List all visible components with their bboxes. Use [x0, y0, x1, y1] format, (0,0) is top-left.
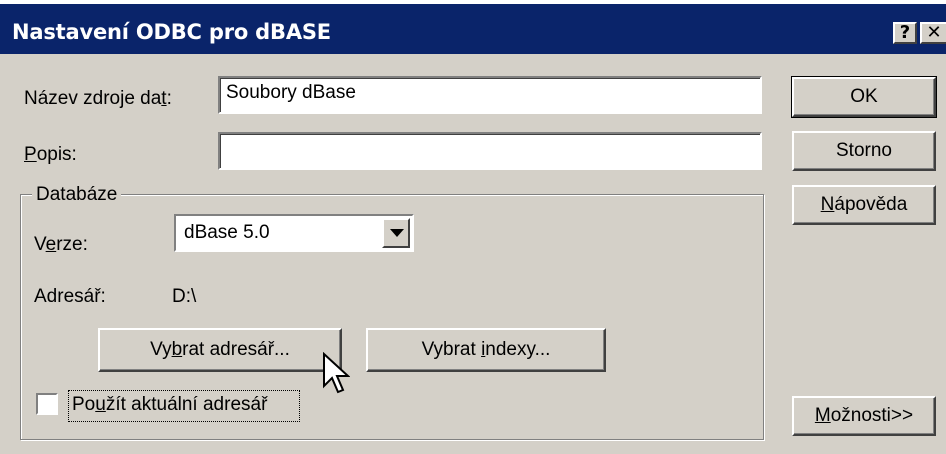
use-current-dir-label[interactable]: Použít aktuální adresář	[72, 394, 267, 416]
select-directory-button[interactable]: Vybrat adresář...	[98, 328, 342, 372]
dropdown-button[interactable]	[382, 218, 410, 248]
data-source-name-label: Název zdroje dat:	[24, 88, 172, 109]
help-button[interactable]: Nápověda	[792, 185, 936, 225]
cancel-button[interactable]: Storno	[792, 131, 936, 171]
close-icon[interactable]: ✕	[920, 22, 946, 44]
version-value: dBase 5.0	[184, 222, 270, 243]
version-label: Verze:	[34, 234, 88, 255]
directory-label: Adresář:	[34, 286, 106, 307]
use-current-dir-checkbox[interactable]	[36, 393, 58, 415]
options-button[interactable]: Možnosti>>	[792, 396, 936, 436]
version-select[interactable]: dBase 5.0	[174, 214, 414, 252]
directory-value: D:\	[172, 286, 197, 307]
title-bar[interactable]: Nastavení ODBC pro dBASE ? ✕	[0, 4, 946, 54]
description-label: Popis:	[24, 144, 77, 165]
chevron-down-icon	[390, 229, 404, 237]
mouse-cursor-icon	[323, 352, 350, 394]
help-icon[interactable]: ?	[893, 22, 917, 44]
database-group-label: Databáze	[32, 184, 122, 206]
select-indexes-button[interactable]: Vybrat indexy...	[366, 328, 606, 372]
data-source-name-input[interactable]: Soubory dBase	[218, 76, 762, 114]
ok-button[interactable]: OK	[791, 76, 937, 118]
description-input[interactable]	[218, 132, 762, 170]
window-title: Nastavení ODBC pro dBASE	[12, 20, 331, 44]
